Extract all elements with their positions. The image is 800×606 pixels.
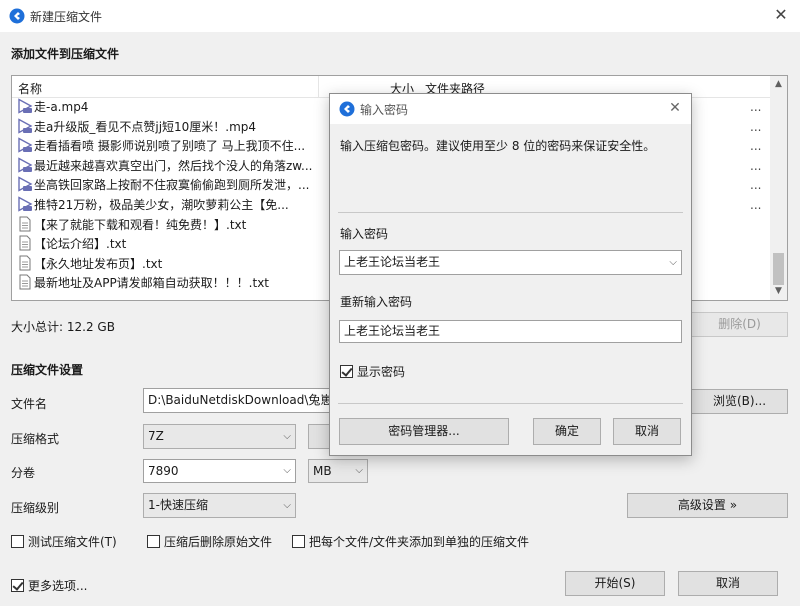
password-ok-button[interactable]: 确定 — [533, 418, 601, 445]
file-path-fragment: ... — [750, 158, 762, 173]
file-name: 推特21万粉，极品美少女，潮吹萝莉公主【免... — [34, 197, 289, 212]
file-name: 【论坛介绍】.txt — [34, 237, 127, 252]
filename-label: 文件名 — [11, 397, 48, 411]
password-value: 上老王论坛当老王 — [344, 255, 441, 269]
chevron-down-icon: ⌵ — [283, 500, 291, 511]
password-dialog: 输入密码 ✕ 输入压缩包密码。建议使用至少 8 位的密码来保证安全性。 输入密码… — [329, 93, 692, 456]
password-dialog-titlebar: 输入密码 ✕ — [330, 94, 691, 124]
close-icon: ✕ — [774, 5, 788, 24]
text-file-icon — [19, 274, 31, 290]
file-name: 【来了就能下载和观看！纯免费！】.txt — [34, 217, 247, 232]
video-file-icon — [18, 117, 33, 134]
app-logo-icon — [339, 101, 355, 117]
password-cancel-button[interactable]: 取消 — [613, 418, 681, 445]
format-options-button[interactable] — [308, 424, 330, 449]
delete-button[interactable]: 删除(D) — [691, 312, 788, 337]
delete-original-checkbox[interactable]: 压缩后删除原始文件 — [147, 533, 272, 550]
video-file-icon — [18, 137, 33, 153]
chevron-down-icon: ⌵ — [283, 465, 291, 476]
divider — [338, 403, 683, 404]
format-select[interactable]: 7Z ⌵ — [143, 424, 296, 449]
password-dialog-title: 输入密码 — [360, 103, 409, 117]
cancel-button[interactable]: 取消 — [678, 571, 778, 596]
divider — [338, 212, 683, 213]
password-label: 输入密码 — [340, 227, 389, 241]
separate-archives-checkbox[interactable]: 把每个文件/文件夹添加到单独的压缩文件 — [292, 533, 529, 550]
chevron-down-icon: ⌵ — [283, 431, 291, 442]
file-name: 最近越来越喜欢真空出门，然后找个没人的角落zw... — [34, 158, 313, 173]
file-path-fragment: ... — [750, 139, 762, 154]
file-name: 坐高铁回家路上按耐不住寂寞偷偷跑到厕所发泄，... — [34, 178, 310, 193]
file-name: 【永久地址发布页】.txt — [34, 256, 163, 271]
file-path-fragment: ... — [750, 197, 762, 212]
level-select[interactable]: 1-快速压缩 ⌵ — [143, 493, 296, 518]
checkbox-box[interactable] — [147, 535, 160, 548]
test-archive-checkbox[interactable]: 测试压缩文件(T) — [11, 533, 117, 550]
add-files-heading: 添加文件到压缩文件 — [11, 47, 120, 61]
text-file-icon — [19, 235, 31, 251]
column-name[interactable]: 名称 — [18, 80, 42, 97]
file-name: 走a升级版_看见不点赞jj短10厘米！.mp4 — [34, 119, 257, 134]
format-label: 压缩格式 — [11, 432, 60, 446]
checkbox-box[interactable] — [11, 579, 24, 592]
checkbox-box[interactable] — [11, 535, 24, 548]
video-file-icon — [18, 98, 33, 114]
split-unit-value: MB — [313, 464, 332, 478]
text-file-icon — [19, 255, 31, 271]
password-manager-button[interactable]: 密码管理器... — [339, 418, 509, 445]
close-icon: ✕ — [669, 100, 681, 116]
start-button[interactable]: 开始(S) — [565, 571, 665, 596]
file-path-fragment: ... — [750, 178, 762, 193]
confirm-password-label: 重新输入密码 — [340, 295, 413, 309]
file-list-scrollbar[interactable]: ▲ ▼ — [770, 76, 787, 300]
window-titlebar: 新建压缩文件 ✕ — [0, 0, 800, 32]
app-logo-icon — [9, 8, 25, 24]
window-close-button[interactable]: ✕ — [770, 4, 792, 26]
file-name: 走看插看喷 摄影师说别喷了别喷了 马上我顶不住... — [34, 139, 306, 154]
split-select[interactable]: 7890 ⌵ — [143, 459, 296, 483]
video-file-icon — [18, 176, 33, 193]
format-value: 7Z — [148, 429, 164, 443]
more-options-checkbox[interactable]: 更多选项... — [11, 577, 87, 594]
password-dialog-close-button[interactable]: ✕ — [665, 98, 685, 118]
file-path-fragment: ... — [750, 100, 762, 114]
chevron-down-icon[interactable]: ⌵ — [669, 251, 677, 274]
scroll-down-icon[interactable]: ▼ — [770, 283, 787, 300]
file-name: 最新地址及APP请发邮箱自动获取！！！.txt — [34, 276, 270, 291]
split-value: 7890 — [148, 464, 179, 478]
confirm-password-input[interactable]: 上老王论坛当老王 — [339, 320, 682, 343]
browse-button[interactable]: 浏览(B)... — [691, 389, 788, 414]
scrollbar-thumb[interactable] — [773, 253, 784, 285]
checkbox-box[interactable] — [292, 535, 305, 548]
password-hint: 输入压缩包密码。建议使用至少 8 位的密码来保证安全性。 — [340, 139, 656, 153]
split-label: 分卷 — [11, 466, 36, 480]
password-input[interactable]: 上老王论坛当老王 ⌵ — [339, 250, 682, 275]
checkbox-box[interactable] — [340, 365, 353, 378]
file-path-fragment: ... — [750, 119, 762, 134]
advanced-settings-button[interactable]: 高级设置 » — [627, 493, 788, 518]
level-value: 1-快速压缩 — [148, 498, 208, 512]
show-password-checkbox[interactable]: 显示密码 — [340, 363, 405, 380]
archive-settings-heading: 压缩文件设置 — [11, 363, 84, 377]
scroll-up-icon[interactable]: ▲ — [770, 76, 787, 93]
split-unit-select[interactable]: MB ⌵ — [308, 459, 368, 483]
text-file-icon — [19, 216, 31, 232]
chevron-down-icon: ⌵ — [355, 465, 363, 476]
video-file-icon — [18, 157, 33, 173]
level-label: 压缩级别 — [11, 501, 60, 515]
total-size: 大小总计: 12.2 GB — [11, 320, 115, 334]
filename-input[interactable]: D:\BaiduNetdiskDownload\兔崽 — [143, 388, 333, 413]
video-file-icon — [18, 196, 33, 212]
file-name: 走-a.mp4 — [34, 100, 89, 114]
window-title: 新建压缩文件 — [30, 10, 103, 24]
